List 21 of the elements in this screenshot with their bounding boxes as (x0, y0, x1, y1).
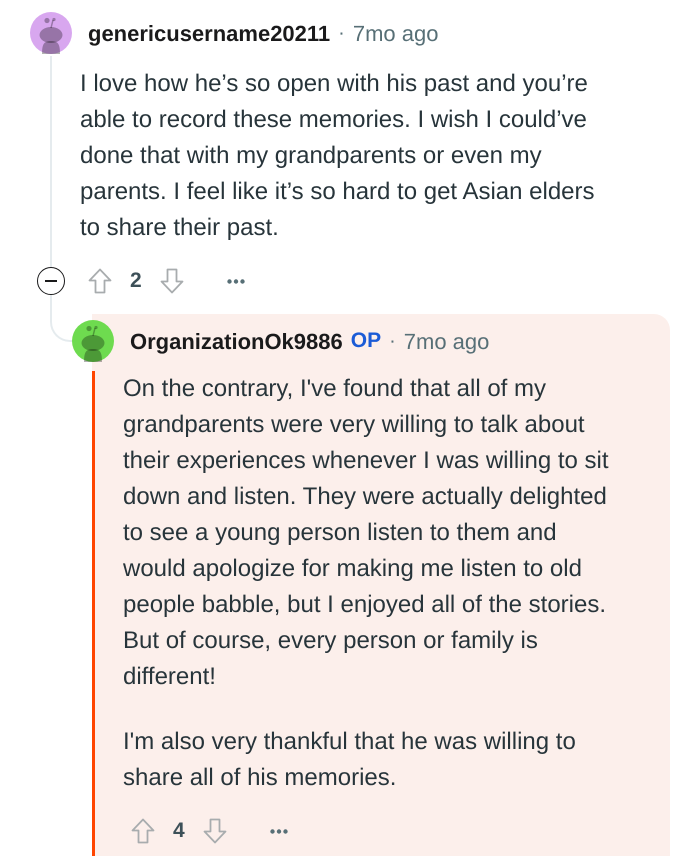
comment-text: On the contrary, I've found that all of my grandparents were very willing to talk about their experiences whenever I was willing to sit down and listen. They were actually delighted to see a young person listen to them and would apologize for making me listen to old people babble, but I enjoyed all of the stories. But of course, every person or family is different! (123, 374, 610, 692)
upvote-icon[interactable] (131, 818, 155, 844)
vote-count: 4 (173, 818, 185, 844)
op-label: OP (350, 328, 382, 354)
separator-dot: · (389, 329, 396, 354)
downvote-icon[interactable] (160, 268, 184, 294)
timestamp: 7mo ago (352, 20, 438, 48)
collapse-button[interactable] (37, 267, 65, 295)
avatar-icon[interactable] (30, 12, 72, 54)
username[interactable]: OrganizationOk9886 (130, 324, 343, 358)
upvote-icon[interactable] (88, 268, 112, 294)
downvote-icon[interactable] (202, 818, 227, 844)
timestamp: 7mo ago (404, 328, 490, 356)
vote-count: 2 (130, 268, 142, 294)
more-options-icon[interactable] (270, 828, 288, 834)
avatar-icon[interactable] (72, 320, 114, 362)
more-options-icon[interactable] (226, 278, 245, 284)
separator-dot: · (338, 21, 345, 46)
comment-text: I love how he’s so open with his past and you’re able to record these memories. I wish I could’ve done that with my grandparents or even my parents. I feel like it’s so hard to get Asian elders to share their past. (80, 69, 596, 243)
comment-text: I'm also very thankful that he was willing to share all of his memories. (123, 727, 577, 793)
username[interactable]: genericusername20211 (88, 16, 330, 50)
